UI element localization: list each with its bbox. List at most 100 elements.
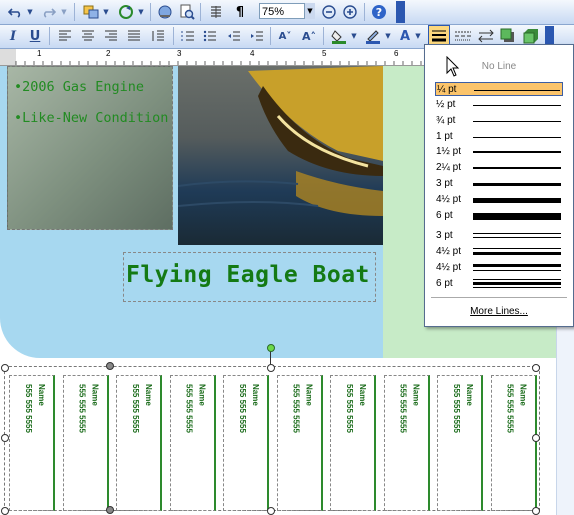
ruler-number: 3	[177, 49, 182, 58]
increase-font-icon[interactable]: A˄	[300, 27, 318, 45]
boat-image	[178, 66, 383, 216]
align-right-icon[interactable]	[103, 27, 119, 45]
selection-handle[interactable]	[532, 364, 540, 372]
arrange-dropdown[interactable]: ▼	[102, 3, 110, 21]
tearoff-container[interactable]: 555 555 5555 Name 555 555 5555 Name 555 555 …	[4, 366, 540, 511]
rotate-icon[interactable]	[117, 3, 135, 21]
print-preview-icon[interactable]	[178, 3, 196, 21]
selection-handle[interactable]	[1, 364, 9, 372]
tearoff-card[interactable]: 555 555 5555 Name	[223, 375, 269, 511]
toolbar-options-chevron[interactable]	[396, 1, 405, 23]
selection-handle[interactable]	[267, 364, 275, 372]
zoom-out-icon[interactable]	[320, 3, 338, 21]
font-color-dropdown[interactable]: ▼	[414, 27, 422, 45]
tearoff-card[interactable]: 555 555 5555 Name	[169, 375, 216, 511]
tearoff-name: Name	[304, 384, 314, 406]
bullet-item: •Like-New Condition	[14, 110, 169, 126]
line-weight-option[interactable]: 4½ pt	[435, 193, 563, 207]
line-color-dropdown[interactable]: ▼	[384, 27, 392, 45]
line-weight-option[interactable]: 1 pt	[435, 130, 563, 144]
line-weight-option[interactable]: ¼ pt	[435, 82, 563, 96]
line-color-icon[interactable]	[364, 27, 382, 45]
increase-indent-icon[interactable]	[249, 27, 265, 45]
line-style-icon[interactable]	[428, 25, 450, 46]
rotation-handle-stem	[270, 351, 271, 364]
hyperlink-icon[interactable]	[156, 3, 174, 21]
redo-icon[interactable]	[40, 3, 58, 21]
fill-color-icon[interactable]	[330, 27, 348, 45]
line-weight-option[interactable]: 1½ pt	[435, 145, 563, 159]
line-weight-option[interactable]: ½ pt	[435, 98, 563, 112]
selection-handle[interactable]	[1, 507, 9, 515]
selection-handle[interactable]	[106, 506, 114, 514]
line-weight-label: ½ pt	[436, 99, 456, 110]
columns-icon[interactable]	[207, 3, 225, 21]
redo-dropdown[interactable]: ▼	[60, 3, 68, 21]
tearoff-card[interactable]: 555 555 5555 Name	[330, 375, 376, 511]
tearoff-name: Name	[251, 384, 260, 406]
show-formatting-icon[interactable]: ¶	[232, 3, 248, 21]
zoom-in-icon[interactable]	[341, 3, 359, 21]
line-sample	[474, 90, 560, 91]
tearoff-card[interactable]: 555 555 5555 Name	[116, 375, 162, 511]
zoom-dropdown[interactable]: ▼	[304, 3, 315, 19]
line-spacing-icon[interactable]	[150, 27, 166, 45]
features-text-box[interactable]: •2006 Gas Engine •Like-New Condition	[7, 66, 173, 230]
selection-handle[interactable]	[267, 507, 275, 515]
arrange-icon[interactable]	[82, 3, 100, 21]
justify-icon[interactable]	[126, 27, 142, 45]
decrease-indent-icon[interactable]	[226, 27, 242, 45]
fill-color-dropdown[interactable]: ▼	[350, 27, 358, 45]
selection-handle[interactable]	[532, 507, 540, 515]
rotate-dropdown[interactable]: ▼	[137, 3, 145, 21]
undo-dropdown[interactable]: ▼	[26, 3, 34, 21]
line-weight-label: 6 pt	[436, 278, 453, 289]
tearoff-card[interactable]: 555 555 5555 Name	[276, 375, 323, 511]
align-center-icon[interactable]	[80, 27, 96, 45]
tearoff-card[interactable]: 555 555 5555 Name	[9, 375, 55, 511]
title-text-box[interactable]: Flying Eagle Boat	[123, 252, 376, 302]
line-weight-option[interactable]: 4½ pt	[435, 245, 563, 259]
standard-toolbar: ▼ ▼ ▼ ▼ ¶ 75% ▼ ?	[0, 0, 574, 25]
tearoff-card[interactable]: 555 555 5555 Name	[383, 375, 430, 511]
selection-handle[interactable]	[106, 362, 114, 370]
tearoff-card[interactable]: 555 555 5555 Name	[490, 375, 537, 511]
arrow-style-icon[interactable]	[476, 27, 496, 45]
3d-style-icon[interactable]	[522, 27, 540, 45]
shadow-style-icon[interactable]	[499, 27, 517, 45]
line-weight-option[interactable]: 3 pt	[435, 177, 563, 191]
selection-handle[interactable]	[532, 434, 540, 442]
help-icon[interactable]: ?	[370, 3, 388, 21]
line-weight-option[interactable]: 4½ pt	[435, 261, 563, 275]
flyer-title: Flying Eagle Boat	[126, 262, 370, 288]
tearoff-card[interactable]: 555 555 5555 Name	[437, 375, 483, 511]
line-weight-option[interactable]: 2¼ pt	[435, 161, 563, 175]
decrease-font-icon[interactable]: A˅	[276, 27, 294, 45]
numbering-icon[interactable]	[180, 27, 196, 45]
line-sample	[473, 167, 561, 169]
tearoff-phone: 555 555 5555	[77, 384, 87, 433]
boat-photo[interactable]	[178, 66, 383, 245]
line-weight-option[interactable]: 3 pt	[435, 229, 563, 243]
undo-icon[interactable]	[6, 3, 24, 21]
italic-button[interactable]: I	[6, 27, 20, 45]
tearoff-name: Name	[90, 384, 100, 406]
tearoff-phone: 555 555 5555	[398, 384, 408, 433]
selection-handle[interactable]	[1, 434, 9, 442]
bullets-icon[interactable]	[202, 27, 218, 45]
tearoff-name: Name	[197, 384, 207, 406]
font-color-icon[interactable]: A	[398, 27, 412, 45]
rotation-handle[interactable]	[267, 344, 275, 352]
line-weight-option[interactable]: 6 pt	[435, 209, 563, 223]
tearoff-name: Name	[518, 384, 528, 406]
underline-button[interactable]: U	[28, 27, 42, 45]
align-left-icon[interactable]	[57, 27, 73, 45]
line-weight-label: 1½ pt	[436, 146, 462, 157]
line-weight-option[interactable]: 6 pt	[435, 277, 563, 291]
more-lines-option[interactable]: More Lines...	[425, 306, 573, 317]
bullet-item: •2006 Gas Engine	[14, 79, 145, 95]
line-weight-option[interactable]: ¾ pt	[435, 114, 563, 128]
tearoff-card[interactable]: 555 555 5555 Name	[62, 375, 109, 511]
line-sample	[473, 237, 561, 238]
dash-style-icon[interactable]	[453, 27, 473, 45]
